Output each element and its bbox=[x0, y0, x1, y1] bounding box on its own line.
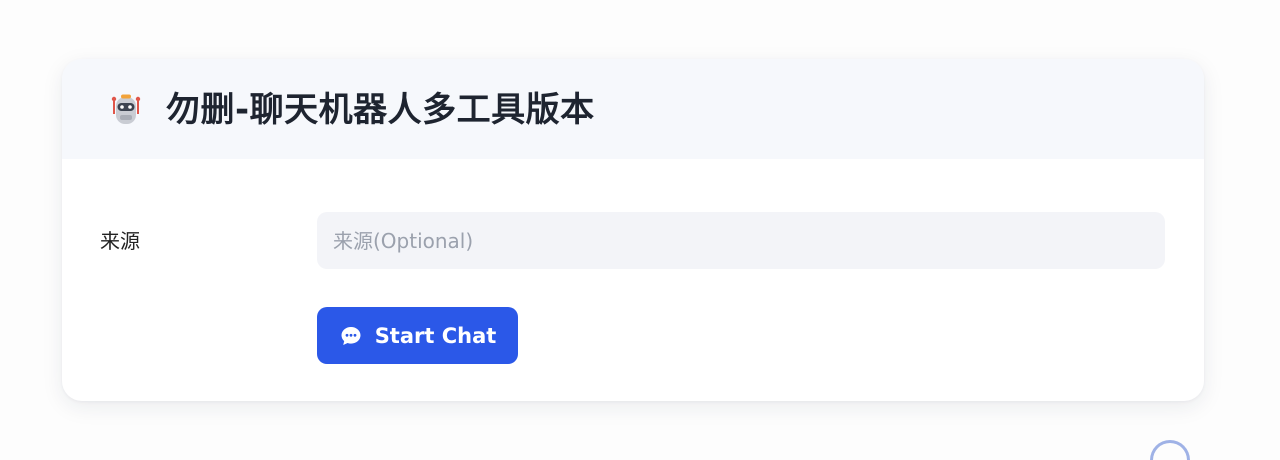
start-chat-button[interactable]: Start Chat bbox=[317, 307, 518, 364]
chat-bubble-icon bbox=[339, 324, 363, 348]
start-chat-label: Start Chat bbox=[374, 323, 497, 348]
source-label: 来源 bbox=[100, 229, 140, 253]
page-title: 勿删-聊天机器人多工具版本 bbox=[166, 90, 595, 130]
robot-icon bbox=[108, 92, 144, 128]
card-header: 勿删-聊天机器人多工具版本 bbox=[62, 59, 1204, 159]
floating-widget-edge[interactable] bbox=[1150, 440, 1190, 460]
chat-setup-card: 勿删-聊天机器人多工具版本 来源 Start Chat bbox=[62, 59, 1204, 401]
source-input[interactable] bbox=[317, 212, 1165, 269]
